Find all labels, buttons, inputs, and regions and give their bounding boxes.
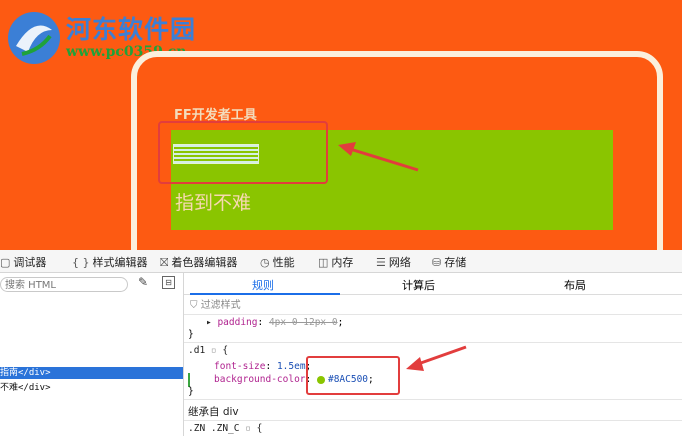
debugger-icon: ▢: [0, 256, 11, 269]
tab-style-editor[interactable]: { } 样式编辑器: [72, 254, 148, 270]
tab-shader-editor[interactable]: ⛝ 着色器编辑器: [160, 254, 237, 270]
network-icon: ☰: [376, 256, 386, 269]
divider: [184, 420, 682, 421]
divider: [184, 342, 682, 343]
annotation-box-code: [306, 356, 400, 395]
tab-layout[interactable]: 布局: [564, 277, 586, 293]
next-rule-selector[interactable]: .ZN .ZN_C ▫ {: [188, 423, 262, 434]
tab-debugger[interactable]: ▢ 调试器: [0, 254, 46, 270]
tab-storage[interactable]: ⛁ 存储: [432, 254, 466, 270]
eyedropper-icon[interactable]: ✎: [138, 275, 148, 289]
rules-view: 规则 计算后 布局 ⛉ 过滤样式 ▸ padding: 4px 0 12px 0…: [184, 273, 682, 436]
prev-rule-close: }: [188, 329, 194, 340]
search-html-input[interactable]: 搜索 HTML: [0, 277, 128, 292]
tab-network[interactable]: ☰ 网络: [376, 254, 411, 270]
tab-memory[interactable]: ◫ 内存: [318, 254, 353, 270]
tab-performance[interactable]: ◷ 性能: [260, 254, 295, 270]
tab-computed[interactable]: 计算后: [402, 277, 435, 293]
performance-icon: ◷: [260, 256, 270, 269]
inherited-header: 继承自 div: [188, 406, 239, 418]
declaration-font-size[interactable]: font-size: 1.5em;: [214, 361, 311, 372]
memory-icon: ◫: [318, 256, 329, 269]
devtools-toolbar: ▢ 调试器 { } 样式编辑器 ⛝ 着色器编辑器 ◷ 性能 ◫ 内存 ☰ 网络 ⛁ 存储: [0, 250, 682, 273]
toggle-pane-icon[interactable]: ⊟: [162, 276, 175, 289]
braces-icon: { }: [72, 256, 90, 269]
filter-icon: ⛉: [190, 300, 201, 311]
active-tab-indicator: [190, 293, 340, 295]
markup-view: 搜索 HTML ✎ ⊟ 指南</div> 不难</div>: [0, 273, 184, 436]
annotation-arrow-top: [338, 142, 419, 172]
rule-close: }: [188, 386, 194, 397]
divider: [184, 399, 682, 400]
markup-node[interactable]: 不难</div>: [0, 380, 51, 393]
filter-styles-input[interactable]: ⛉ 过滤样式: [190, 298, 350, 313]
storage-icon: ⛁: [432, 256, 442, 269]
shader-icon: ⛝: [160, 256, 169, 269]
divider: [184, 314, 682, 315]
tab-rules[interactable]: 规则: [252, 277, 274, 293]
selected-markup-node[interactable]: 指南</div>: [0, 367, 183, 379]
changed-marker: [188, 373, 190, 387]
prev-rule-declaration: ▸ padding: 4px 0 12px 0;: [206, 317, 344, 328]
page-preview: 河东软件园 www.pc0359.cn FF开发者工具 指到不难: [0, 0, 682, 250]
rule-selector[interactable]: .d1 ▫ {: [188, 345, 228, 356]
